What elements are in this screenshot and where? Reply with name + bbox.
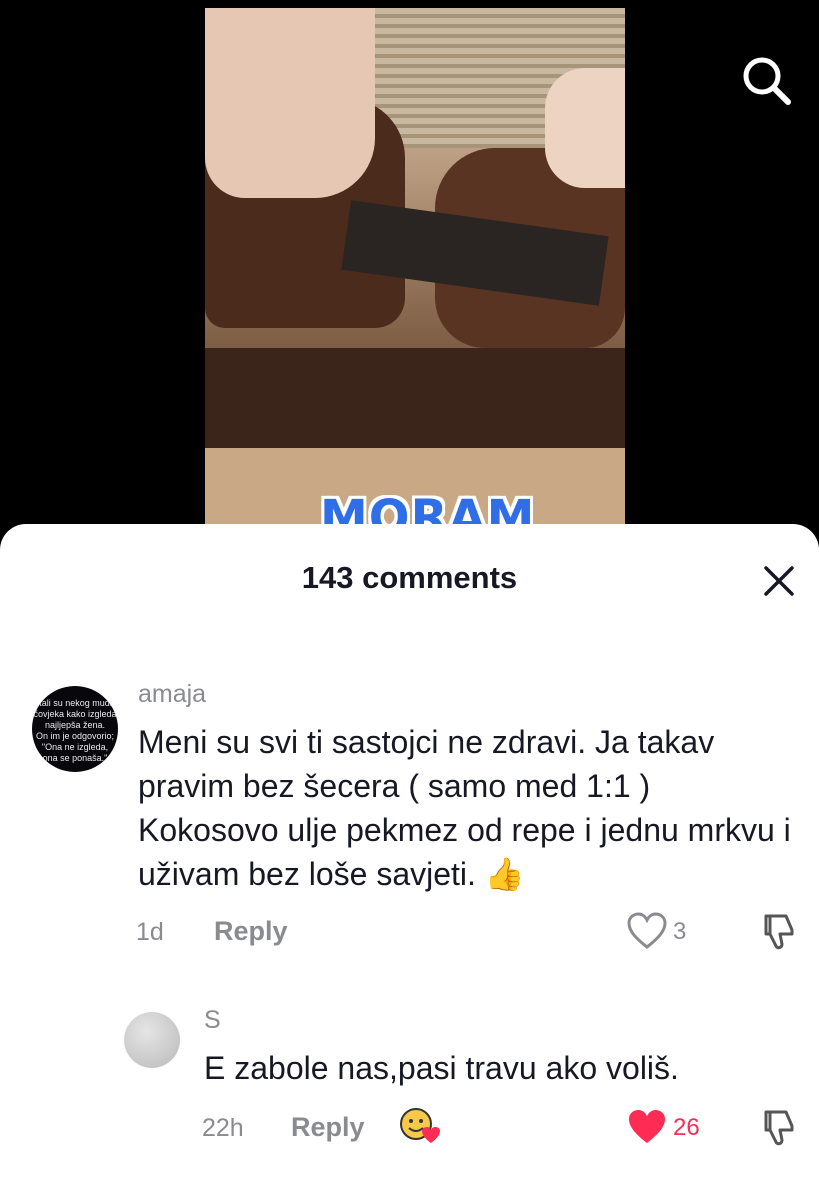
video-hand-left [205,8,375,198]
comments-count-title: 143 comments [301,560,518,595]
sticker-icon[interactable] [398,1106,442,1151]
comment-username[interactable]: amaja [138,680,206,709]
comment-username[interactable]: S [204,1006,221,1035]
heart-icon[interactable] [626,912,668,955]
avatar[interactable]: itali su nekog mudr čovjeka kako izgleda… [32,686,118,772]
video-hand-right [545,68,625,188]
heart-icon[interactable] [626,1108,668,1151]
search-icon[interactable] [738,52,794,108]
avatar[interactable] [124,1012,180,1068]
avatar-text-line: čovjeka kako izgleda [33,709,117,719]
avatar-text-line: "Ona ne izgleda, [41,742,109,752]
comment-meta: 22h Reply 26 [0,1108,819,1148]
avatar-text-line: najljepša žena. [44,720,106,730]
video-frame[interactable]: MORAM [205,8,625,548]
comments-sheet: 143 comments itali su nekog mudr čovjeka… [0,524,819,1200]
avatar-text-line: ona se ponaša." [42,753,108,763]
close-icon[interactable] [760,562,798,600]
like-count: 3 [673,918,687,945]
comment-text-body: Meni su svi ti sastojci ne zdravi. Ja ta… [138,724,791,892]
video-player[interactable]: MORAM [0,0,819,560]
like-count: 26 [673,1114,700,1141]
comment-meta: 1d Reply 3 [0,912,819,952]
thumbs-up-emoji: 👍 [484,855,525,893]
reply-button[interactable]: Reply [291,1112,365,1143]
thumbs-down-icon[interactable] [758,1108,800,1153]
comment-time: 22h [202,1114,244,1142]
thumbs-down-icon[interactable] [758,912,800,957]
reply-button[interactable]: Reply [214,916,288,947]
comment-text: Meni su svi ti sastojci ne zdravi. Ja ta… [138,720,798,896]
avatar-text-line: itali su nekog mudr [37,698,113,708]
comment-text: E zabole nas,pasi travu ako voliš. [204,1050,679,1086]
avatar-text-line: On im je odgovorio; [35,731,115,741]
comment-time: 1d [136,918,164,946]
